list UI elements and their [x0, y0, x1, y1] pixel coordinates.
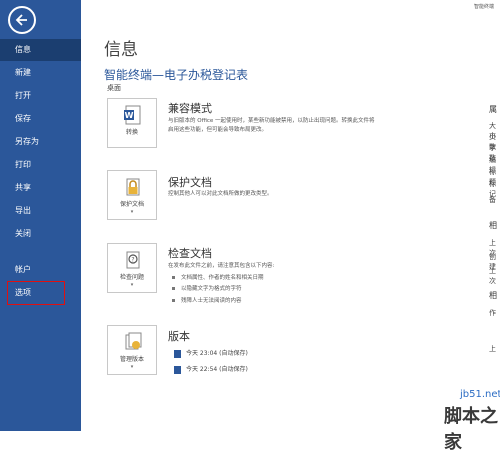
compat-desc-2: 启用这些功能，但可能会导致布局更改。 — [168, 127, 268, 133]
inspect-heading: 检查文档 — [168, 247, 212, 260]
page-title: 信息 — [104, 40, 138, 60]
properties-heading: 属 — [489, 105, 497, 114]
versions-heading: 版本 — [168, 330, 190, 343]
versions-icon — [125, 332, 142, 350]
protect-label: 保护文档 — [119, 201, 144, 208]
lock-icon — [126, 178, 140, 196]
nav-export[interactable]: 导出 — [0, 200, 81, 222]
window-title: 智能终端 — [474, 4, 495, 10]
chevron-down-icon: ▾ — [130, 209, 134, 215]
inspect-desc: 在发布此文件之前，请注意其包含以下内容: — [168, 263, 275, 269]
check-issues-label: 检查问题 — [119, 274, 144, 281]
watermark-text: 脚本之家 — [444, 406, 498, 453]
word-convert-icon: W — [124, 105, 141, 125]
chevron-down-icon: ▾ — [130, 364, 134, 370]
inspect-bullet: 文档属性、作者的姓名和相关日期 — [172, 273, 264, 281]
people-label: 上 — [489, 345, 496, 353]
nav-print[interactable]: 打印 — [0, 154, 81, 176]
inspect-icon: ? — [126, 251, 140, 269]
backstage-sidebar: 信息 新建 打开 保存 另存为 打印 共享 导出 关闭 帐户 选项 — [0, 0, 81, 431]
back-arrow-icon — [15, 14, 27, 26]
watermark-url: jb51.net — [460, 389, 500, 400]
inspect-bullet: 以隐藏文字为格式的字符 — [172, 284, 242, 292]
nav-info[interactable]: 信息 — [0, 39, 81, 61]
nav-options[interactable]: 选项 — [7, 281, 65, 305]
check-issues-button[interactable]: ? 检查问题 ▾ — [107, 243, 157, 293]
nav-share[interactable]: 共享 — [0, 177, 81, 199]
nav-open[interactable]: 打开 — [0, 85, 81, 107]
bullet-icon — [172, 299, 175, 302]
version-entry[interactable]: 今天 23:04 (自动保存) — [174, 348, 248, 358]
compat-desc-1: 与旧版本的 Office 一起使用时，某些新功能被禁用，以防止出现问题。转换此文… — [168, 118, 375, 124]
compat-heading: 兼容模式 — [168, 102, 212, 115]
back-button[interactable] — [8, 6, 36, 34]
bullet-icon — [172, 287, 175, 290]
word-doc-icon — [174, 365, 181, 374]
svg-text:W: W — [125, 111, 134, 120]
date-label: 上次 — [489, 267, 496, 285]
bullet-icon — [172, 276, 175, 279]
nav-save-as[interactable]: 另存为 — [0, 131, 81, 153]
manage-versions-button[interactable]: 管理版本 ▾ — [107, 325, 157, 375]
people-label: 作 — [489, 309, 496, 317]
nav-account[interactable]: 帐户 — [0, 259, 81, 281]
protect-document-button[interactable]: 保护文档 ▾ — [107, 170, 157, 220]
protect-desc: 控制其他人可以对此文档所做的更改类型。 — [168, 191, 273, 197]
nav-new[interactable]: 新建 — [0, 62, 81, 84]
inspect-bullet: 残障人士无法阅读的内容 — [172, 296, 242, 304]
property-label: 备 — [489, 196, 496, 204]
related-people-heading: 相 — [489, 291, 497, 300]
convert-label: 转换 — [125, 129, 138, 136]
document-path: 桌面 — [107, 84, 121, 92]
nav-close[interactable]: 关闭 — [0, 223, 81, 245]
word-doc-icon — [174, 349, 181, 358]
nav-save[interactable]: 保存 — [0, 108, 81, 130]
svg-text:?: ? — [131, 257, 134, 264]
protect-heading: 保护文档 — [168, 176, 212, 189]
related-dates-heading: 相 — [489, 221, 497, 230]
chevron-down-icon: ▾ — [130, 282, 134, 288]
convert-button[interactable]: W 转换 — [107, 98, 157, 148]
manage-versions-label: 管理版本 — [119, 356, 144, 363]
document-title: 智能终端—电子办税登记表 — [104, 68, 249, 82]
version-entry[interactable]: 今天 22:54 (自动保存) — [174, 364, 248, 374]
